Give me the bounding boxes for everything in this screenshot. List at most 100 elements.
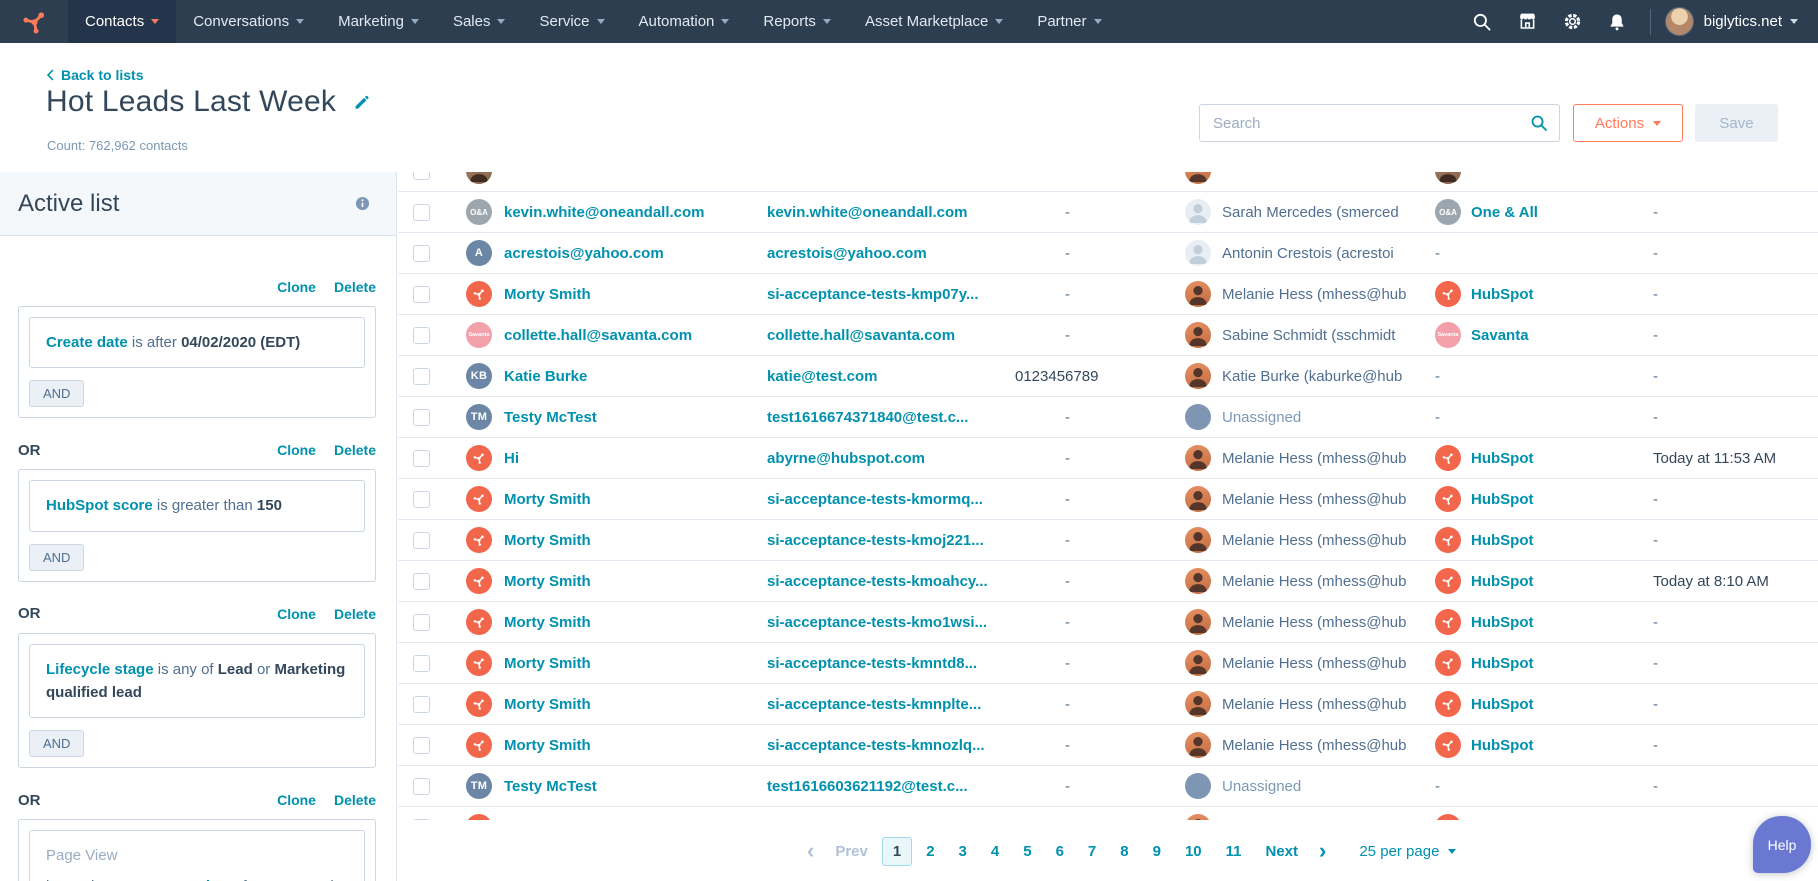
nav-item-automation[interactable]: Automation — [622, 0, 747, 43]
email-link[interactable]: test1616674371840@test.c... — [767, 409, 968, 426]
delete-link[interactable]: Delete — [334, 442, 376, 458]
user-avatar[interactable] — [1665, 7, 1694, 36]
nav-item-conversations[interactable]: Conversations — [176, 0, 321, 43]
filter-criteria[interactable]: HubSpot score is greater than 150 — [29, 480, 365, 531]
page-number-3[interactable]: 3 — [949, 838, 977, 865]
company-link[interactable]: Savanta — [1471, 327, 1529, 344]
page-number-11[interactable]: 11 — [1216, 838, 1252, 865]
contact-name-link[interactable]: collette.hall@savanta.com — [504, 327, 692, 344]
delete-link[interactable]: Delete — [334, 606, 376, 622]
row-checkbox[interactable] — [413, 778, 430, 795]
row-checkbox[interactable] — [413, 655, 430, 672]
search-input[interactable] — [1199, 104, 1560, 142]
page-number-2[interactable]: 2 — [916, 838, 944, 865]
nav-item-marketing[interactable]: Marketing — [321, 0, 436, 43]
page-number-9[interactable]: 9 — [1143, 838, 1171, 865]
per-page-selector[interactable]: 25 per page — [1359, 843, 1456, 860]
hubspot-logo-icon[interactable] — [0, 0, 68, 43]
delete-link[interactable]: Delete — [334, 279, 376, 295]
contact-name-link[interactable]: Testy McTest — [504, 778, 597, 795]
marketplace-icon[interactable] — [1505, 0, 1550, 43]
company-link[interactable]: HubSpot — [1471, 614, 1533, 631]
row-checkbox[interactable] — [413, 327, 430, 344]
clone-link[interactable]: Clone — [277, 606, 316, 622]
company-link[interactable]: HubSpot — [1471, 286, 1533, 303]
search-icon[interactable] — [1460, 0, 1505, 43]
row-checkbox[interactable] — [413, 368, 430, 385]
prev-chevron-icon[interactable]: ‹ — [798, 840, 823, 862]
row-checkbox[interactable] — [413, 696, 430, 713]
company-link[interactable]: HubSpot — [1471, 737, 1533, 754]
row-checkbox[interactable] — [413, 532, 430, 549]
page-number-7[interactable]: 7 — [1078, 838, 1106, 865]
email-link[interactable]: si-acceptance-tests-kmp07y... — [767, 286, 979, 303]
delete-link[interactable]: Delete — [334, 792, 376, 808]
email-link[interactable]: si-acceptance-tests-kmnplte... — [767, 696, 981, 713]
contact-name-link[interactable]: acrestois@yahoo.com — [504, 245, 664, 262]
email-link[interactable]: acrestois@yahoo.com — [767, 245, 927, 262]
filter-criteria[interactable]: Create date is after 04/02/2020 (EDT) — [29, 317, 365, 368]
and-button[interactable]: AND — [29, 544, 84, 571]
email-link[interactable]: abyrne@hubspot.com — [767, 450, 925, 467]
email-link[interactable]: si-acceptance-tests-kmoahcy... — [767, 573, 988, 590]
company-link[interactable]: HubSpot — [1471, 655, 1533, 672]
filter-property-link[interactable]: HubSpot score — [46, 497, 153, 514]
edit-pencil-icon[interactable] — [353, 94, 370, 111]
nav-item-sales[interactable]: Sales — [436, 0, 523, 43]
contact-name-link[interactable]: Morty Smith — [504, 573, 591, 590]
save-button[interactable]: Save — [1695, 104, 1778, 142]
email-link[interactable]: si-acceptance-tests-kmnozlq... — [767, 737, 985, 754]
row-checkbox[interactable] — [413, 172, 430, 180]
prev-page-button[interactable]: Prev — [825, 838, 878, 865]
nav-item-reports[interactable]: Reports — [746, 0, 848, 43]
company-link[interactable]: One & All — [1471, 204, 1538, 221]
row-checkbox[interactable] — [413, 573, 430, 590]
email-link[interactable]: test1616603621192@test.c... — [767, 778, 968, 795]
help-button[interactable]: Help — [1753, 816, 1811, 873]
email-link[interactable]: si-acceptance-tests-kmo1wsi... — [767, 614, 987, 631]
clone-link[interactable]: Clone — [277, 442, 316, 458]
contact-name-link[interactable]: Morty Smith — [504, 491, 591, 508]
nav-item-asset-marketplace[interactable]: Asset Marketplace — [848, 0, 1020, 43]
company-link[interactable]: HubSpot — [1471, 696, 1533, 713]
contact-name-link[interactable]: Morty Smith — [504, 737, 591, 754]
filter-criteria[interactable]: Page Viewhas at least one Page View of a… — [29, 830, 365, 881]
nav-item-partner[interactable]: Partner — [1020, 0, 1118, 43]
row-checkbox[interactable] — [413, 245, 430, 262]
actions-button[interactable]: Actions — [1573, 104, 1683, 142]
contact-name-link[interactable]: Morty Smith — [504, 286, 591, 303]
company-link[interactable]: HubSpot — [1471, 491, 1533, 508]
contact-name-link[interactable]: Morty Smith — [504, 614, 591, 631]
company-link[interactable]: HubSpot — [1471, 450, 1533, 467]
settings-gear-icon[interactable] — [1550, 0, 1595, 43]
clone-link[interactable]: Clone — [277, 792, 316, 808]
page-number-10[interactable]: 10 — [1175, 838, 1212, 865]
clone-link[interactable]: Clone — [277, 279, 316, 295]
and-button[interactable]: AND — [29, 380, 84, 407]
row-checkbox[interactable] — [413, 286, 430, 303]
email-link[interactable]: si-acceptance-tests-kmntd8... — [767, 655, 977, 672]
email-link[interactable]: si-acceptance-tests-kmoj221... — [767, 532, 984, 549]
row-checkbox[interactable] — [413, 409, 430, 426]
contact-name-link[interactable]: Morty Smith — [504, 532, 591, 549]
filter-property-link[interactable]: Create date — [46, 334, 128, 351]
account-menu[interactable]: biglytics.net — [1704, 13, 1798, 30]
email-link[interactable]: si-acceptance-tests-kmormq... — [767, 491, 983, 508]
page-number-4[interactable]: 4 — [981, 838, 1009, 865]
email-link[interactable]: collette.hall@savanta.com — [767, 327, 955, 344]
nav-item-contacts[interactable]: Contacts — [68, 0, 176, 43]
email-link[interactable]: kevin.white@oneandall.com — [767, 204, 968, 221]
back-to-lists-link[interactable]: Back to lists — [46, 67, 143, 83]
filter-criteria[interactable]: Lifecycle stage is any of Lead or Market… — [29, 644, 365, 719]
page-number-6[interactable]: 6 — [1046, 838, 1074, 865]
row-checkbox[interactable] — [413, 737, 430, 754]
company-link[interactable]: HubSpot — [1471, 573, 1533, 590]
contact-name-link[interactable]: Morty Smith — [504, 655, 591, 672]
contact-name-link[interactable]: Morty Smith — [504, 696, 591, 713]
and-button[interactable]: AND — [29, 730, 84, 757]
page-number-8[interactable]: 8 — [1110, 838, 1138, 865]
next-chevron-icon[interactable]: › — [1310, 840, 1335, 862]
next-page-button[interactable]: Next — [1256, 838, 1309, 865]
info-icon[interactable] — [355, 196, 370, 211]
contact-name-link[interactable]: Hi — [504, 450, 519, 467]
